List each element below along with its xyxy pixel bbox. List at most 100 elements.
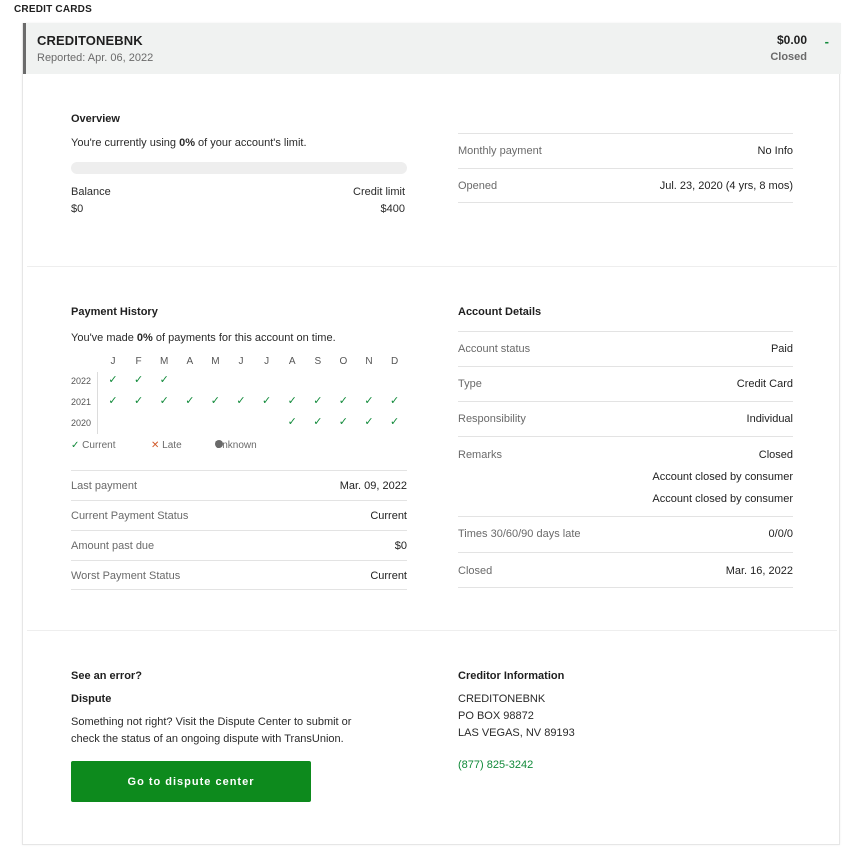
ontime-text: You've made 0% of payments for this acco… xyxy=(71,330,336,347)
balance-label: Balance xyxy=(71,186,111,198)
detail-row: Monthly payment No Info xyxy=(458,133,793,168)
legend-late: ✕ Late xyxy=(151,440,182,451)
check-icon: ✓ xyxy=(185,395,195,407)
row-label: Monthly payment xyxy=(458,145,542,157)
section-divider xyxy=(27,630,837,631)
check-icon: ✓ xyxy=(364,395,374,407)
check-icon: ✓ xyxy=(389,416,400,428)
ontime-value: 0% xyxy=(136,332,153,344)
check-icon: ✓ xyxy=(287,395,297,407)
payment-row: Worst Payment Status Current xyxy=(71,560,407,590)
cross-icon: ✕ xyxy=(151,440,160,451)
row-value: Mar. 16, 2022 xyxy=(725,565,793,577)
row-label: Opened xyxy=(458,180,498,192)
creditor-address-line2: LAS VEGAS, NV 89193 xyxy=(458,727,575,739)
section-label: CREDIT CARDS xyxy=(14,4,92,15)
row-label: Responsibility xyxy=(458,413,526,425)
check-icon: ✓ xyxy=(236,395,246,407)
payment-row: Last payment Mar. 09, 2022 xyxy=(71,470,407,500)
collapse-icon[interactable]: - xyxy=(825,34,829,49)
month-label: J xyxy=(264,356,270,367)
row-label: Times 30/60/90 days late xyxy=(458,528,581,540)
grid-divider xyxy=(97,372,98,434)
row-label: Remarks xyxy=(458,449,503,461)
check-icon: ✓ xyxy=(338,416,348,428)
section-divider xyxy=(27,266,837,267)
check-icon: ✓ xyxy=(210,395,220,407)
row-value: Current xyxy=(370,570,407,582)
month-label: J xyxy=(238,356,244,367)
check-icon: ✓ xyxy=(108,395,118,407)
row-value: 0/0/0 xyxy=(768,528,793,540)
row-value: Credit Card xyxy=(736,378,793,390)
check-icon: ✓ xyxy=(159,374,169,386)
usage-bar xyxy=(71,162,407,174)
check-icon: ✓ xyxy=(261,395,272,407)
detail-row: Closed Mar. 16, 2022 xyxy=(458,552,793,588)
detail-row: Responsibility Individual xyxy=(458,401,793,436)
dispute-text-line2: check the status of an ongoing dispute w… xyxy=(71,733,344,745)
usage-value: 0% xyxy=(179,137,195,149)
row-label: Type xyxy=(458,378,482,390)
account-name: CREDITONEBNK xyxy=(37,33,143,48)
overview-title: Overview xyxy=(71,113,120,125)
balance-value: $0 xyxy=(71,203,84,215)
check-icon: ✓ xyxy=(364,416,374,428)
legend-current-label: Current xyxy=(82,440,116,451)
creditor-phone-link[interactable]: (877) 825-3242 xyxy=(458,759,533,771)
year-label: 2021 xyxy=(71,397,92,407)
ontime-prefix: You've made xyxy=(71,332,137,344)
month-label: N xyxy=(365,356,373,367)
payment-history-title: Payment History xyxy=(71,306,158,318)
remark-line: Account closed by consumer xyxy=(652,493,793,505)
check-icon: ✓ xyxy=(159,395,169,407)
row-value: Closed xyxy=(758,449,793,461)
remarks-row: Remarks Closed Account closed by consume… xyxy=(458,436,793,516)
credit-limit-value: $400 xyxy=(380,203,405,215)
check-icon: ✓ xyxy=(71,440,80,451)
month-label: M xyxy=(160,356,169,367)
row-value: Paid xyxy=(770,343,793,355)
month-label: S xyxy=(314,356,322,367)
month-label: M xyxy=(211,356,220,367)
dot-icon xyxy=(215,440,223,448)
row-label: Closed xyxy=(458,565,493,577)
detail-row: Type Credit Card xyxy=(458,366,793,401)
ontime-suffix: of payments for this account on time. xyxy=(152,332,336,344)
row-value: Jul. 23, 2020 (4 yrs, 8 mos) xyxy=(659,180,793,192)
check-icon: ✓ xyxy=(133,374,144,386)
legend-current: ✓ Current xyxy=(71,440,116,451)
row-label: Last payment xyxy=(71,480,138,492)
dispute-center-button[interactable]: Go to dispute center xyxy=(71,761,311,802)
month-label: O xyxy=(339,356,348,367)
dispute-subtitle: Dispute xyxy=(71,693,112,705)
row-value: Mar. 09, 2022 xyxy=(339,480,407,492)
check-icon: ✓ xyxy=(313,416,323,428)
row-value: No Info xyxy=(757,145,793,157)
month-label: A xyxy=(186,356,194,367)
row-value: $0 xyxy=(394,540,407,552)
account-details-title: Account Details xyxy=(458,306,542,318)
row-label: Amount past due xyxy=(71,540,155,552)
month-label: A xyxy=(288,356,296,367)
account-status: Closed xyxy=(770,51,807,63)
account-header[interactable]: CREDITONEBNK Reported: Apr. 06, 2022 $0.… xyxy=(23,23,841,74)
check-icon: ✓ xyxy=(108,374,118,386)
creditor-name: CREDITONEBNK xyxy=(458,693,546,705)
row-value: Current xyxy=(370,510,407,522)
dispute-text-line1: Something not right? Visit the Dispute C… xyxy=(71,716,352,728)
row-label: Current Payment Status xyxy=(71,510,189,522)
detail-row: Opened Jul. 23, 2020 (4 yrs, 8 mos) xyxy=(458,168,793,203)
detail-row: Times 30/60/90 days late 0/0/0 xyxy=(458,516,793,552)
reported-date: Reported: Apr. 06, 2022 xyxy=(37,52,154,64)
year-label: 2022 xyxy=(71,376,92,386)
creditor-title: Creditor Information xyxy=(458,670,565,682)
dispute-title: See an error? xyxy=(71,670,142,682)
legend-late-label: Late xyxy=(162,440,182,451)
usage-prefix: You're currently using xyxy=(71,137,180,149)
month-label: F xyxy=(135,356,142,367)
check-icon: ✓ xyxy=(389,395,400,407)
remark-line: Account closed by consumer xyxy=(652,471,793,483)
check-icon: ✓ xyxy=(313,395,323,407)
credit-limit-label: Credit limit xyxy=(353,186,405,198)
